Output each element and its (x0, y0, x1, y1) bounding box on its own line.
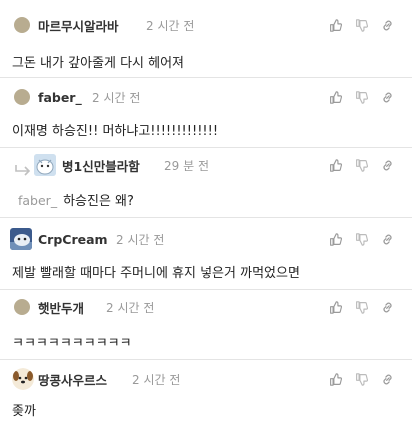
comment-item: 마르무시알라바 2 시간 전 그돈 내가 갚아줄게 다시 헤어져 (0, 0, 412, 78)
comment-nickname[interactable]: 햇반두개 (38, 298, 84, 317)
thumbs-up-icon[interactable] (322, 299, 348, 315)
dog-avatar-icon[interactable] (12, 368, 34, 390)
comment-actions (322, 299, 400, 315)
comment-time: 2 시간 전 (132, 372, 181, 387)
reply-text: 하승진은 왜? (63, 194, 134, 209)
comment-actions (322, 231, 400, 247)
thumbs-up-icon[interactable] (322, 157, 348, 173)
comment-list: 마르무시알라바 2 시간 전 그돈 내가 갚아줄게 다시 헤어져 faber_ … (0, 0, 412, 422)
comment-nickname[interactable]: faber_ (38, 90, 82, 105)
thumbs-up-icon[interactable] (322, 17, 348, 33)
link-icon[interactable] (374, 231, 400, 247)
thumbs-down-icon[interactable] (348, 157, 374, 173)
thumbs-down-icon[interactable] (348, 231, 374, 247)
comment-text: 이재명 하승진!! 머하냐고!!!!!!!!!!!!! (12, 124, 219, 139)
comment-item: 햇반두개 2 시간 전 ㅋㅋㅋㅋㅋㅋㅋㅋㅋㅋ (0, 290, 412, 360)
comment-nickname[interactable]: 땅콩사우르스 (38, 370, 107, 389)
link-icon[interactable] (374, 299, 400, 315)
thumbs-down-icon[interactable] (348, 17, 374, 33)
link-icon[interactable] (374, 157, 400, 173)
comment-text: faber_ 하승진은 왜? (18, 190, 134, 209)
thumbs-down-icon[interactable] (348, 89, 374, 105)
comment-text: ㅋㅋㅋㅋㅋㅋㅋㅋㅋㅋ (12, 336, 132, 351)
comment-actions (322, 157, 400, 173)
comment-time: 29 분 전 (164, 158, 209, 173)
photo-avatar-icon[interactable] (10, 228, 32, 250)
comment-item: 땅콩사우르스 2 시간 전 좆까 (0, 360, 412, 422)
comment-nickname[interactable]: CrpCream (38, 232, 108, 247)
thumbs-down-icon[interactable] (348, 371, 374, 387)
comment-time: 2 시간 전 (92, 90, 141, 105)
comment-time: 2 시간 전 (116, 232, 165, 247)
comment-text: 좆까 (12, 404, 36, 419)
comment-text: 그돈 내가 갚아줄게 다시 헤어져 (12, 56, 185, 71)
link-icon[interactable] (374, 371, 400, 387)
comment-nickname[interactable]: 병1신만블라함 (62, 156, 140, 175)
comment-actions (322, 89, 400, 105)
thumbs-up-icon[interactable] (322, 89, 348, 105)
link-icon[interactable] (374, 17, 400, 33)
comment-time: 2 시간 전 (106, 300, 155, 315)
comment-item: CrpCream 2 시간 전 제발 빨래할 때마다 주머니에 휴지 넣은거 까… (0, 218, 412, 290)
thumbs-up-icon[interactable] (322, 231, 348, 247)
comment-text: 제발 빨래할 때마다 주머니에 휴지 넣은거 까먹었으면 (12, 266, 300, 281)
user-avatar-icon[interactable] (14, 299, 30, 315)
comment-actions (322, 371, 400, 387)
link-icon[interactable] (374, 89, 400, 105)
comment-time: 2 시간 전 (146, 18, 195, 33)
cartoon-avatar-icon[interactable] (34, 154, 56, 176)
comment-actions (322, 17, 400, 33)
reply-item: 병1신만블라함 29 분 전 faber_ 하승진은 왜? (0, 148, 412, 218)
comment-nickname[interactable]: 마르무시알라바 (38, 16, 119, 35)
reply-mention[interactable]: faber_ (18, 193, 57, 208)
thumbs-up-icon[interactable] (322, 371, 348, 387)
user-avatar-icon[interactable] (14, 89, 30, 105)
thumbs-down-icon[interactable] (348, 299, 374, 315)
user-avatar-icon[interactable] (14, 17, 30, 33)
comment-item: faber_ 2 시간 전 이재명 하승진!! 머하냐고!!!!!!!!!!!!… (0, 78, 412, 148)
